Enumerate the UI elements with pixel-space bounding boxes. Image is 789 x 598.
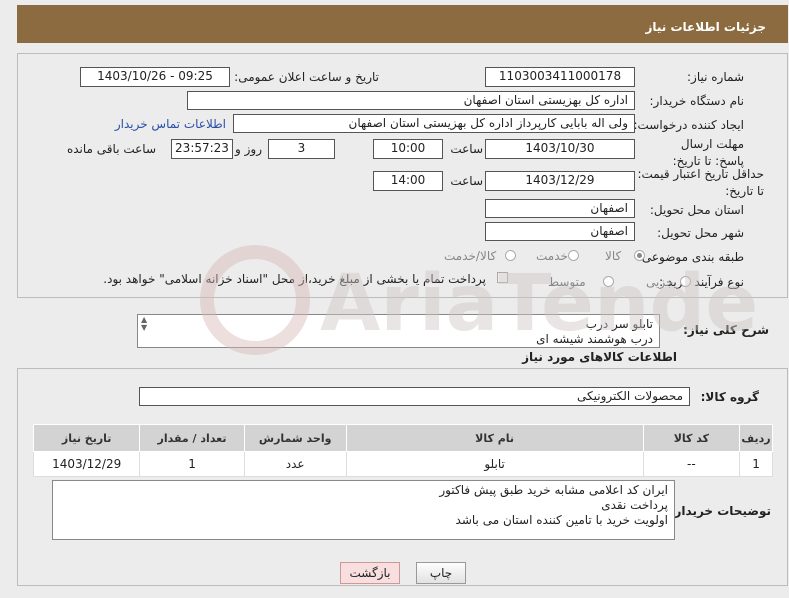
requester-label: ایجاد کننده درخواست:: [633, 118, 744, 132]
announce-label: تاریخ و ساعت اعلان عمومی:: [234, 70, 379, 84]
page-title: جزئیات اطلاعات نیاز: [645, 20, 766, 34]
buyer-notes-field[interactable]: ایران کد اعلامی مشابه خرید طبق پیش فاکتو…: [52, 480, 675, 540]
cell-date: 1403/12/29: [32, 451, 141, 477]
process-radio-medium[interactable]: [603, 276, 614, 287]
col-date: تاریخ نیاز: [32, 424, 141, 452]
goods-group-field: محصولات الکترونیکی: [139, 387, 690, 406]
description-field[interactable]: تابلو سر درب درب هوشمند شیشه ای: [137, 314, 660, 348]
process-option-minor: جزیی: [646, 275, 674, 289]
goods-table: ردیف کد کالا نام کالا واحد شمارش تعداد /…: [32, 424, 773, 477]
validity-time-label: ساعت: [450, 174, 483, 188]
category-option-service: خدمت: [536, 249, 568, 263]
city-field: اصفهان: [485, 222, 635, 241]
days-label: روز و: [235, 142, 262, 156]
validity-label: حداقل تاریخ اعتبار قیمت: تا تاریخ:: [637, 167, 764, 198]
cell-code: --: [642, 451, 741, 477]
need-number-label: شماره نیاز:: [687, 70, 744, 84]
buyer-org-label: نام دستگاه خریدار:: [649, 94, 745, 108]
cell-name: تابلو: [345, 451, 644, 477]
back-button[interactable]: بازگشت: [340, 562, 400, 584]
goods-table-header: ردیف کد کالا نام کالا واحد شمارش تعداد /…: [32, 424, 773, 452]
remaining-label: ساعت باقی مانده: [66, 142, 156, 156]
cell-row: 1: [739, 451, 773, 477]
process-radio-minor[interactable]: [680, 276, 691, 287]
process-option-medium: متوسط: [548, 275, 586, 289]
deadline-time-field: 10:00: [373, 139, 443, 159]
cell-qty: 1: [139, 451, 245, 477]
buyer-notes-label: توضیحات خریدار:: [669, 504, 771, 518]
category-option-goods-service: کالا/خدمت: [444, 249, 497, 263]
province-field: اصفهان: [485, 199, 635, 218]
need-number-field: 1103003411000178: [485, 67, 635, 87]
table-row: 1 -- تابلو عدد 1 1403/12/29: [32, 451, 773, 477]
validity-time-field: 14:00: [373, 171, 443, 191]
requester-field: ولی اله بابایی کارپرداز اداره کل بهزیستی…: [233, 114, 635, 133]
treasury-checkbox[interactable]: [497, 272, 508, 283]
category-radio-goods[interactable]: [634, 250, 645, 261]
col-qty: تعداد / مقدار: [139, 424, 245, 452]
remaining-time-field: 23:57:23: [171, 139, 233, 159]
category-option-goods: کالا: [605, 249, 622, 263]
validity-date-field: 1403/12/29: [485, 171, 635, 191]
days-field: 3: [268, 139, 335, 159]
page-header: جزئیات اطلاعات نیاز: [17, 5, 788, 43]
province-label: استان محل تحویل:: [649, 203, 744, 217]
deadline-time-label: ساعت: [450, 142, 483, 156]
goods-group-label: گروه کالا:: [700, 390, 759, 404]
buyer-org-field: اداره کل بهزیستی استان اصفهان: [187, 91, 635, 110]
col-name: نام کالا: [345, 424, 644, 452]
description-label: شرح کلی نیاز:: [683, 323, 769, 337]
buyer-contact-link[interactable]: اطلاعات تماس خریدار: [115, 117, 226, 131]
col-code: کد کالا: [642, 424, 741, 452]
cell-unit: عدد: [243, 451, 347, 477]
goods-section-title: اطلاعات کالاهای مورد نیاز: [522, 350, 677, 364]
payment-note: پرداخت تمام یا بخشی از مبلغ خرید،از محل …: [103, 272, 486, 286]
print-button[interactable]: چاپ: [416, 562, 466, 584]
col-row: ردیف: [739, 424, 773, 452]
col-unit: واحد شمارش: [243, 424, 347, 452]
announce-field: 1403/10/26 - 09:25: [80, 67, 230, 87]
category-radio-service[interactable]: [568, 250, 579, 261]
deadline-date-field: 1403/10/30: [485, 139, 635, 159]
category-radio-goods-service[interactable]: [505, 250, 516, 261]
scroll-arrows-icon[interactable]: ▲ ▼: [141, 316, 147, 332]
category-label: طبقه بندی موضوعی:: [637, 250, 744, 264]
deadline-label: مهلت ارسال پاسخ: تا تاریخ:: [672, 137, 744, 168]
city-label: شهر محل تحویل:: [657, 226, 744, 240]
